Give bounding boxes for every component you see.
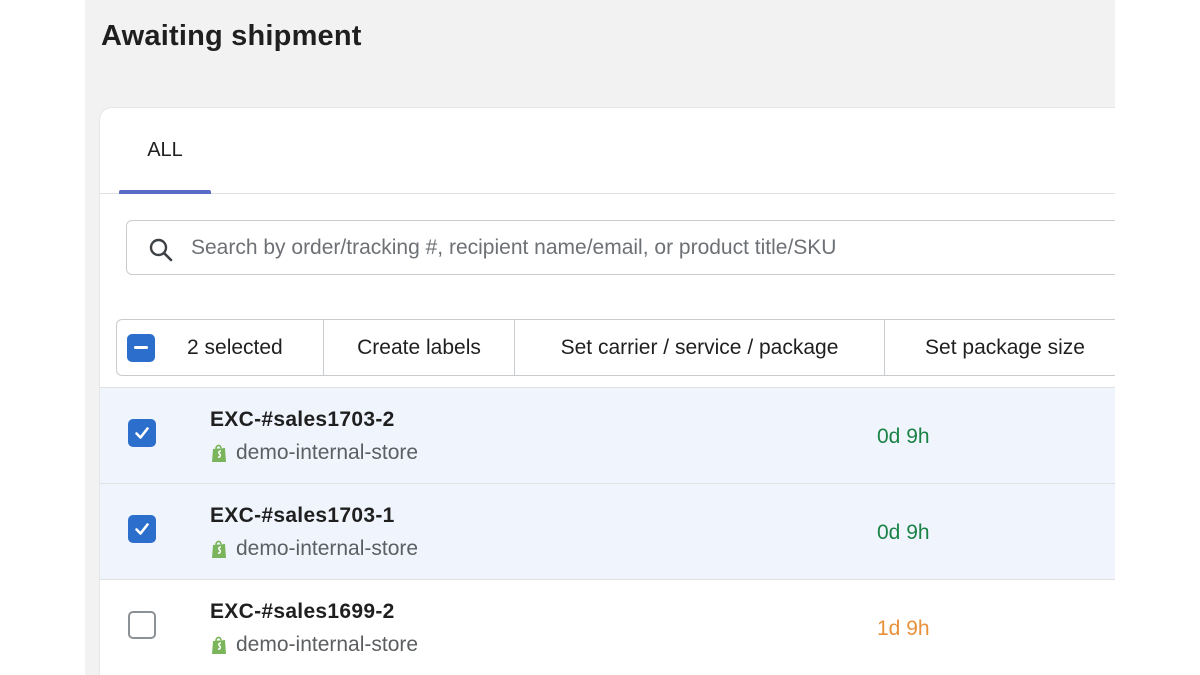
order-row[interactable]: EXC-#sales1703-1 demo-internal-store 0d …	[100, 484, 1115, 580]
set-package-size-button[interactable]: Set package size	[885, 320, 1115, 375]
shopify-bag-icon	[212, 540, 226, 558]
order-age: 0d 9h	[877, 425, 930, 448]
store-line: demo-internal-store	[210, 537, 418, 561]
tab-all[interactable]: ALL	[119, 108, 211, 194]
minus-icon	[134, 346, 148, 349]
bulk-select-cell: 2 selected	[117, 320, 324, 375]
order-id[interactable]: EXC-#sales1699-2	[210, 600, 395, 624]
tab-bar: ALL	[100, 108, 1115, 194]
store-name: demo-internal-store	[236, 441, 419, 464]
order-row[interactable]: EXC-#sales1699-2 demo-internal-store 1d …	[100, 580, 1115, 675]
checkmark-icon	[135, 427, 149, 439]
selected-count: 2 selected	[187, 335, 283, 359]
bulk-actions-bar: 2 selected Create labels Set carrier / s…	[116, 319, 1115, 376]
shopify-bag-icon	[212, 636, 226, 654]
order-age: 1d 9h	[877, 617, 930, 640]
order-age: 0d 9h	[877, 521, 930, 544]
row-checkbox[interactable]	[128, 515, 156, 543]
order-id[interactable]: EXC-#sales1703-2	[210, 408, 395, 432]
store-line: demo-internal-store	[210, 633, 418, 657]
page-canvas: Awaiting shipment ALL 2 selected Create …	[85, 0, 1115, 675]
set-carrier-button[interactable]: Set carrier / service / package	[515, 320, 885, 375]
create-labels-button[interactable]: Create labels	[324, 320, 515, 375]
checkmark-icon	[135, 523, 149, 535]
store-line: demo-internal-store	[210, 441, 418, 465]
row-checkbox[interactable]	[128, 419, 156, 447]
order-row[interactable]: EXC-#sales1703-2 demo-internal-store 0d …	[100, 388, 1115, 484]
shopify-bag-icon	[212, 444, 226, 462]
tab-all-label: ALL	[147, 139, 183, 161]
orders-list: EXC-#sales1703-2 demo-internal-store 0d …	[100, 387, 1115, 675]
row-checkbox[interactable]	[128, 611, 156, 639]
select-all-checkbox[interactable]	[127, 333, 155, 362]
search-box	[126, 220, 1115, 275]
search-icon	[149, 238, 173, 262]
page-title: Awaiting shipment	[101, 20, 362, 52]
search-input[interactable]	[191, 221, 1091, 274]
orders-card: ALL 2 selected Create labels Set carrier…	[100, 108, 1115, 675]
store-name: demo-internal-store	[236, 537, 419, 560]
order-id[interactable]: EXC-#sales1703-1	[210, 504, 395, 528]
store-name: demo-internal-store	[236, 633, 419, 656]
tab-active-indicator	[119, 190, 211, 194]
